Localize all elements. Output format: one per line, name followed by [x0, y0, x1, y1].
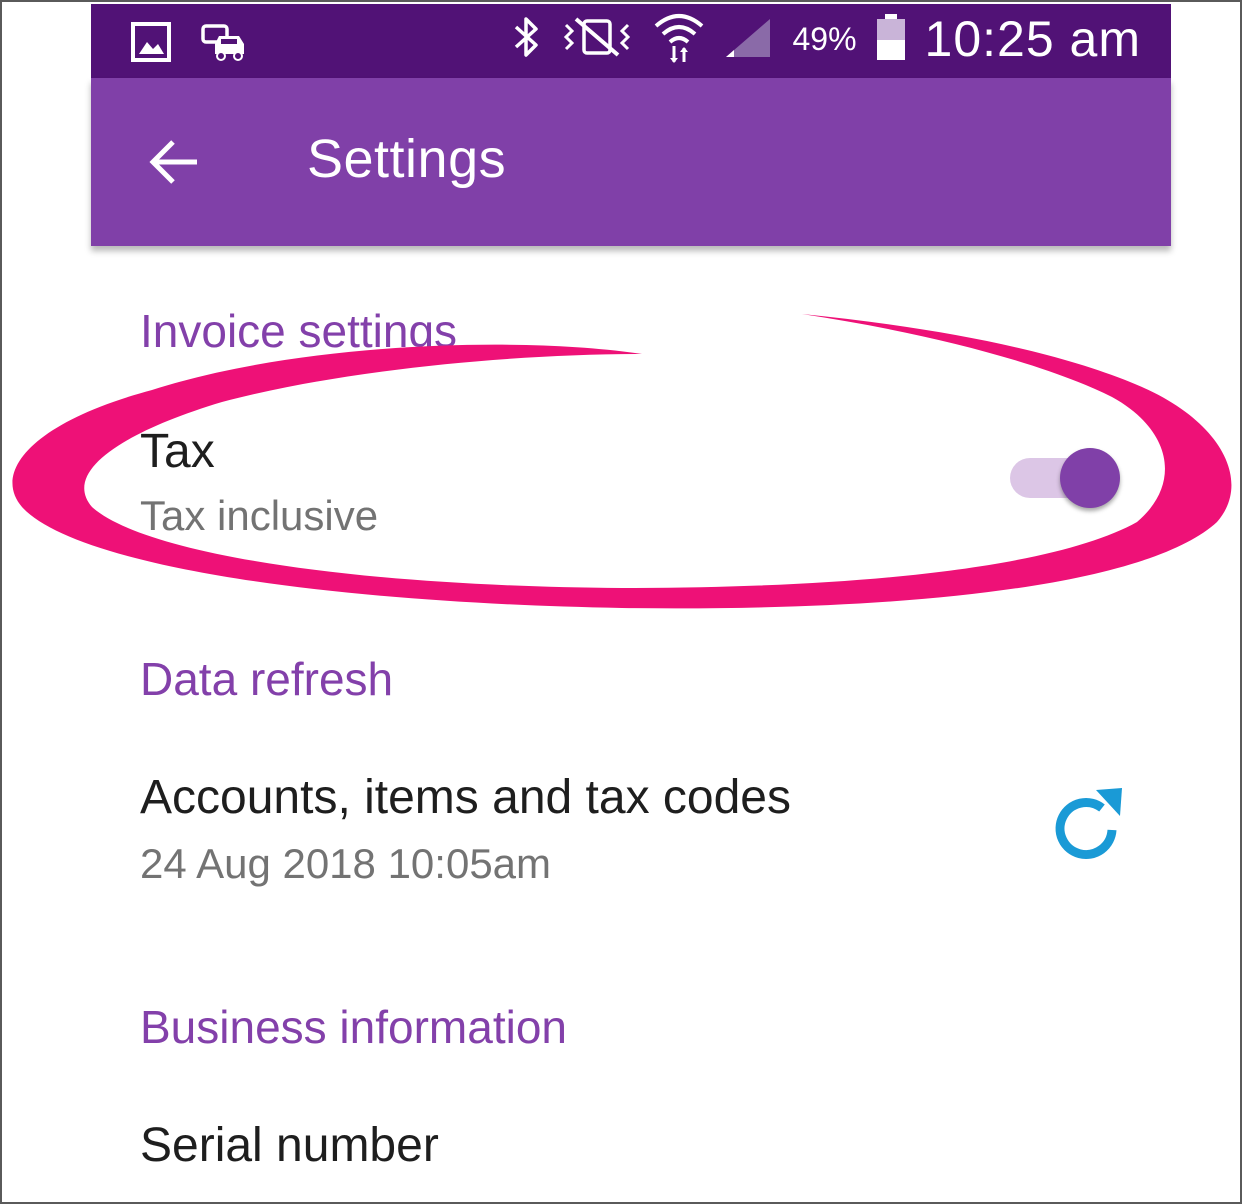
accounts-refresh-title: Accounts, items and tax codes — [140, 771, 791, 824]
section-header-data-refresh: Data refresh — [140, 653, 394, 705]
wifi-icon — [652, 10, 706, 68]
signal-icon — [724, 15, 774, 63]
tax-title: Tax — [140, 425, 215, 478]
page-title: Settings — [307, 129, 507, 189]
arrow-back-icon[interactable] — [147, 134, 203, 190]
accounts-refresh-timestamp: 24 Aug 2018 10:05am — [140, 840, 552, 887]
section-header-business: Business information — [140, 1001, 567, 1053]
gallery-icon — [131, 22, 171, 66]
battery-percent: 49% — [792, 20, 857, 57]
screenshot-frame: 49% 10:25 am Settings Invoice settings T… — [0, 0, 1242, 1204]
serial-number-title: Serial number — [140, 1119, 439, 1172]
tax-toggle[interactable] — [1010, 448, 1120, 508]
tax-subtitle: Tax inclusive — [140, 492, 379, 539]
mute-vibrate-icon — [560, 15, 634, 63]
status-time: 10:25 am — [924, 11, 1141, 67]
refresh-icon[interactable] — [1048, 786, 1128, 866]
bluetooth-icon — [512, 15, 542, 63]
status-bar: 49% 10:25 am — [91, 4, 1171, 78]
car-mode-icon — [201, 22, 247, 66]
section-header-invoice: Invoice settings — [140, 305, 458, 357]
battery-icon — [875, 12, 907, 66]
app-bar: Settings — [91, 78, 1171, 246]
toggle-thumb — [1060, 448, 1120, 508]
